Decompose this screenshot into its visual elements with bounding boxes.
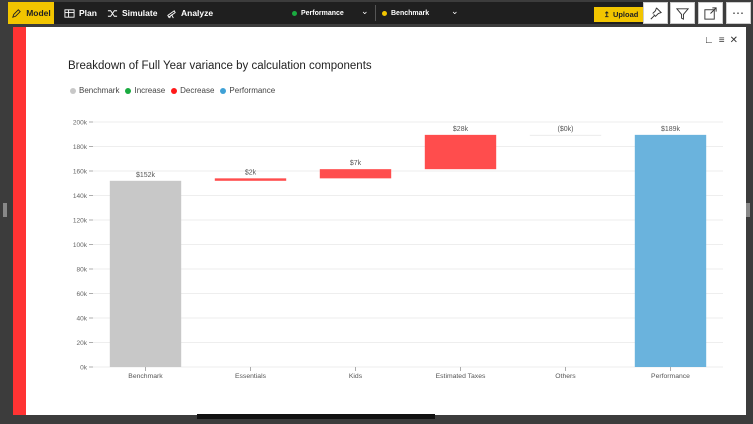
y-tick-label: 60k [77, 291, 88, 298]
x-tick-label: Kids [349, 373, 363, 380]
simulate-label: Simulate [122, 8, 158, 18]
y-tick-label: 140k [73, 193, 88, 200]
y-tick-label: 200k [73, 120, 88, 127]
filter-icon [675, 7, 690, 20]
plan-tab[interactable]: Plan [64, 2, 97, 24]
model-tab[interactable]: Model [8, 2, 54, 24]
bar-others[interactable] [529, 134, 602, 136]
benchmark-dot [382, 10, 387, 16]
x-tick-label: Estimated Taxes [436, 373, 486, 380]
resize-handle-right[interactable] [746, 203, 750, 217]
x-tick-label: Essentials [235, 373, 267, 380]
analyze-tab[interactable]: Analyze [166, 2, 213, 24]
y-tick-label: 40k [77, 316, 88, 323]
x-tick-label: Performance [651, 373, 690, 380]
bar-performance[interactable] [634, 134, 707, 367]
expand-icon [704, 6, 717, 20]
bar-essentials[interactable] [214, 178, 287, 181]
upload-button[interactable]: ↥ Upload [594, 7, 648, 22]
benchmark-selector[interactable]: Benchmark [382, 2, 429, 24]
y-tick-label: 160k [73, 169, 88, 176]
performance-dot [292, 10, 297, 16]
data-label: $7k [350, 160, 362, 167]
focus-mode-button[interactable] [698, 2, 723, 24]
divider [375, 5, 376, 21]
pin-icon [650, 7, 662, 19]
telescope-icon [167, 9, 176, 18]
y-tick-label: 0k [80, 365, 88, 372]
y-tick-label: 180k [73, 144, 88, 151]
upload-label: Upload [612, 10, 639, 19]
horizontal-scrollbar[interactable] [197, 414, 435, 419]
table-icon [64, 8, 75, 18]
x-tick-label: Others [555, 373, 576, 380]
simulate-tab[interactable]: Simulate [107, 2, 157, 24]
y-tick-label: 120k [73, 218, 88, 225]
chevron-down-icon[interactable]: ⌄ [451, 6, 459, 17]
waterfall-chart: 0k 20k 40k 60k 80k 100k 120k 140k 160k 180k 200k $1… [73, 120, 723, 380]
resize-handle-left[interactable] [3, 203, 7, 217]
data-label: $28k [453, 126, 469, 133]
data-label: $189k [661, 126, 681, 133]
y-tick-label: 100k [73, 242, 88, 249]
x-tick-label: Benchmark [128, 373, 163, 380]
shuffle-icon [107, 9, 118, 17]
y-tick-label: 80k [77, 267, 88, 274]
model-label: Model [26, 8, 51, 18]
analyze-label: Analyze [181, 8, 214, 18]
pencil-icon [12, 8, 22, 18]
upload-icon: ↥ [603, 10, 610, 19]
bar-benchmark[interactable] [109, 180, 182, 367]
bar-kids[interactable] [319, 169, 392, 179]
data-label: ($0k) [558, 126, 574, 133]
performance-selector-label: Performance [301, 9, 344, 17]
data-label: $2k [245, 169, 257, 176]
benchmark-selector-label: Benchmark [391, 9, 430, 17]
chevron-down-icon[interactable]: ⌄ [361, 6, 369, 17]
plan-label: Plan [79, 8, 97, 18]
pin-button[interactable] [643, 2, 668, 24]
more-options-button[interactable]: ⋯ [726, 2, 751, 24]
filter-button[interactable] [670, 2, 695, 24]
performance-selector[interactable]: Performance [292, 2, 344, 24]
data-label: $152k [136, 172, 156, 179]
y-tick-label: 20k [77, 340, 88, 347]
ellipsis-icon: ⋯ [732, 6, 745, 20]
toolbar: Model Plan Simulate Analyze Performance … [8, 2, 648, 24]
bar-estimated-taxes[interactable] [424, 134, 497, 170]
